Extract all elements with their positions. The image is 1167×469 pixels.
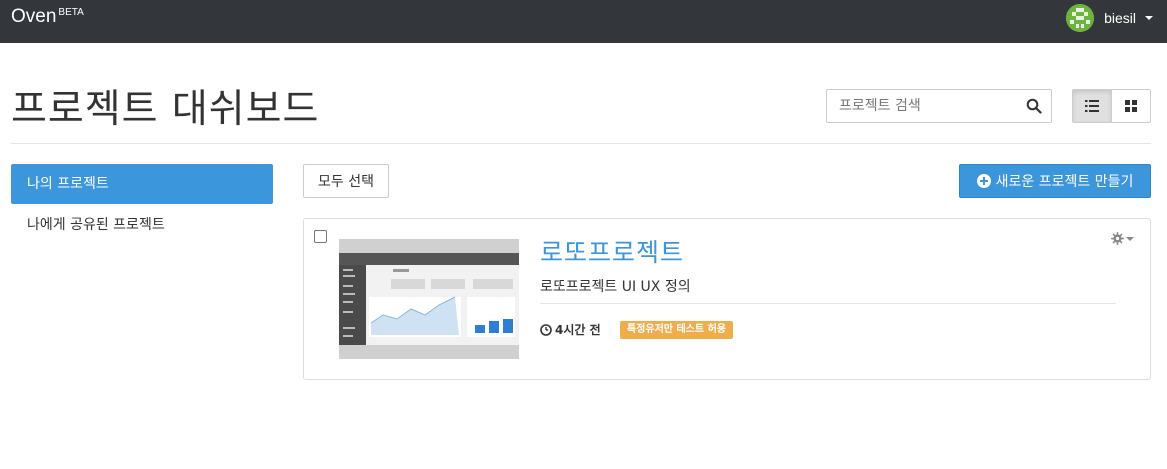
project-thumbnail[interactable] <box>339 239 519 359</box>
project-checkbox[interactable] <box>314 230 327 243</box>
new-project-label: 새로운 프로젝트 만들기 <box>995 174 1134 190</box>
chevron-down-icon <box>1145 16 1153 20</box>
brand-beta-tag: BETA <box>58 7 84 18</box>
brand-name: Oven <box>11 6 57 27</box>
page-title: 프로젝트 대쉬보드 <box>11 87 320 132</box>
project-divider <box>540 303 1116 304</box>
plus-circle-icon <box>976 174 991 188</box>
clock-icon <box>540 323 552 336</box>
project-description: 로또프로젝트 UI UX 정의 <box>540 279 691 295</box>
grid-view-icon <box>1125 100 1137 112</box>
search-box <box>826 89 1052 123</box>
project-settings-dropdown[interactable] <box>1111 232 1134 245</box>
project-preview-image <box>339 239 519 359</box>
new-project-button[interactable]: 새로운 프로젝트 만들기 <box>959 164 1151 198</box>
list-view-icon <box>1085 100 1099 112</box>
select-all-button[interactable]: 모두 선택 <box>303 164 389 198</box>
list-view-button[interactable] <box>1072 89 1112 123</box>
grid-view-button[interactable] <box>1111 89 1151 123</box>
gear-icon <box>1111 232 1124 245</box>
sidebar-item-shared-projects[interactable]: 나에게 공유된 프로젝트 <box>11 205 273 245</box>
project-card: 로또프로젝트 로또프로젝트 UI UX 정의 4시간 전 특정유저만 테스트 허… <box>303 218 1151 380</box>
brand-logo[interactable]: Oven BETA <box>11 6 84 28</box>
project-updated-text: 4시간 전 <box>555 323 601 337</box>
header-divider <box>11 143 1151 144</box>
username: biesil <box>1104 10 1136 26</box>
sidebar-item-my-projects[interactable]: 나의 프로젝트 <box>11 164 273 204</box>
avatar <box>1066 4 1095 32</box>
project-updated: 4시간 전 <box>540 321 601 338</box>
search-input[interactable] <box>827 90 1017 122</box>
search-icon[interactable] <box>1026 98 1042 118</box>
view-toggle <box>1072 89 1151 123</box>
chevron-down-icon <box>1126 236 1134 241</box>
project-title-link[interactable]: 로또프로젝트 <box>540 233 684 269</box>
status-badge: 특정유저만 테스트 허용 <box>620 321 733 339</box>
user-menu[interactable]: biesil <box>1066 4 1153 32</box>
top-navbar: Oven BETA biesil <box>0 0 1167 43</box>
avatar-pattern-icon <box>1066 4 1095 32</box>
